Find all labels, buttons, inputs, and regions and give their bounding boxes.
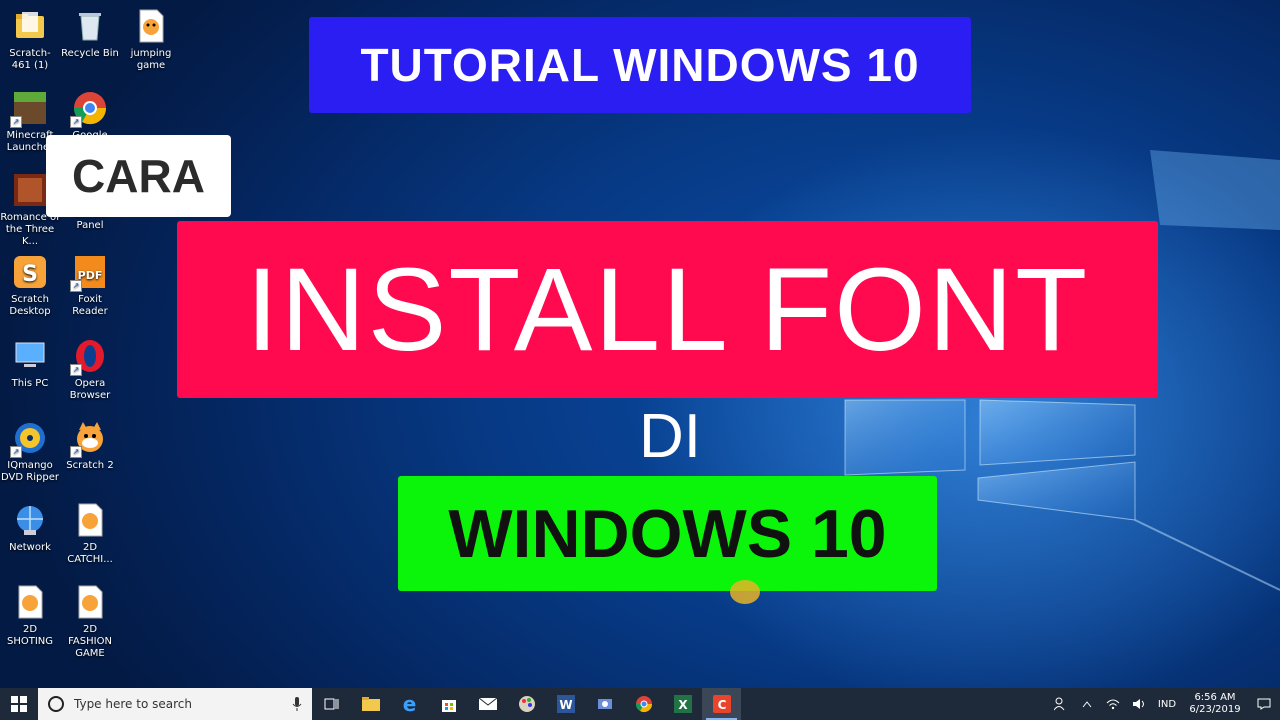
- scratch-file-icon: [133, 8, 169, 44]
- network-icon: [12, 502, 48, 538]
- task-view-icon[interactable]: [312, 688, 351, 720]
- camtasia-icon[interactable]: C: [702, 688, 741, 720]
- dvd-icon: ↗: [10, 420, 48, 458]
- main-title-banner: INSTALL FONT: [177, 221, 1158, 398]
- desktop-icon-label: Scratch Desktop: [9, 294, 51, 317]
- this-pc-icon: [12, 338, 48, 374]
- desktop-icon-foxit[interactable]: PDF ↗ Foxit Reader: [60, 254, 120, 318]
- desktop-icon-label: Scratch-461 (1): [9, 48, 51, 71]
- scratch-file-icon: [72, 502, 108, 538]
- desktop-icon-network[interactable]: Network: [0, 502, 60, 554]
- windows-banner: WINDOWS 10: [398, 476, 937, 591]
- foxit-icon: PDF ↗: [70, 254, 108, 292]
- desktop-icon-label: jumping game: [130, 48, 172, 71]
- clock-date: 6/23/2019: [1189, 704, 1241, 715]
- minecraft-icon: ↗: [10, 90, 48, 128]
- shortcut-arrow-icon: ↗: [70, 116, 82, 128]
- cara-text: CARA: [72, 150, 205, 202]
- cara-box: CARA: [46, 135, 231, 217]
- desktop-icon-recycle-bin[interactable]: Recycle Bin: [60, 8, 120, 60]
- desktop-icon-opera[interactable]: ↗ Opera Browser: [60, 338, 120, 402]
- wifi-icon[interactable]: [1100, 688, 1126, 720]
- svg-text:X: X: [678, 698, 688, 712]
- svg-text:W: W: [559, 698, 572, 712]
- tutorial-banner-text: TUTORIAL WINDOWS 10: [360, 39, 920, 91]
- desktop-icon-label: Opera Browser: [69, 378, 111, 401]
- shortcut-arrow-icon: ↗: [70, 280, 82, 292]
- paint-icon[interactable]: [507, 688, 546, 720]
- clock-time: 6:56 AM: [1194, 692, 1236, 703]
- desktop-icon-this-pc[interactable]: This PC: [0, 338, 60, 390]
- desktop-icon-2d-fashion[interactable]: 2D FASHION GAME: [60, 584, 120, 660]
- desktop-icon-label: IQmango DVD Ripper: [1, 460, 59, 483]
- cursor-highlight: [730, 580, 760, 604]
- desktop-icon-2d-shoting[interactable]: 2D SHOTING: [0, 584, 60, 648]
- edge-icon[interactable]: e: [390, 688, 429, 720]
- start-button[interactable]: [0, 688, 38, 720]
- excel-icon[interactable]: X: [663, 688, 702, 720]
- volume-icon[interactable]: [1126, 688, 1152, 720]
- notification-icon[interactable]: [1248, 688, 1280, 720]
- desktop-icon-label: Romance of the Three K...: [0, 212, 60, 247]
- scratch-file-icon: [12, 584, 48, 620]
- desktop-icon-label: 2D CATCHI...: [67, 542, 113, 565]
- scratch-cat-icon: ↗: [70, 420, 108, 458]
- desktop-icon-label: Network: [9, 542, 51, 553]
- windows-logo-icon: [11, 696, 27, 712]
- store-icon[interactable]: [429, 688, 468, 720]
- microphone-icon[interactable]: [292, 697, 302, 711]
- chrome-taskbar-icon[interactable]: [624, 688, 663, 720]
- taskbar: Type here to search e W X C IND 6:56 AM …: [0, 688, 1280, 720]
- recycle-bin-icon: [72, 8, 108, 44]
- desktop-icon-label: This PC: [11, 378, 49, 389]
- app-icon[interactable]: [585, 688, 624, 720]
- shortcut-arrow-icon: ↗: [10, 446, 22, 458]
- taskbar-clock[interactable]: 6:56 AM 6/23/2019: [1182, 692, 1248, 716]
- desktop-icon-scratch-2[interactable]: ↗ Scratch 2: [60, 420, 120, 472]
- cortana-icon: [48, 696, 64, 712]
- desktop-icon-label: Scratch 2: [66, 460, 114, 471]
- tutorial-banner: TUTORIAL WINDOWS 10: [309, 17, 971, 113]
- game-icon: [12, 172, 48, 208]
- desktop-icon-scratch-desktop[interactable]: S Scratch Desktop: [0, 254, 60, 318]
- desktop-icon-2d-catchi[interactable]: 2D CATCHI...: [60, 502, 120, 566]
- search-placeholder: Type here to search: [74, 697, 192, 711]
- desktop-icon-iqmango[interactable]: ↗ IQmango DVD Ripper: [0, 420, 60, 484]
- scratch-file-icon: [72, 584, 108, 620]
- taskbar-search-box[interactable]: Type here to search: [38, 688, 312, 720]
- shortcut-arrow-icon: ↗: [10, 116, 22, 128]
- opera-icon: ↗: [70, 338, 108, 376]
- desktop-icon-scratch-461[interactable]: Scratch-461 (1): [0, 8, 60, 72]
- chrome-icon: ↗: [70, 90, 108, 128]
- main-title-text: INSTALL FONT: [245, 243, 1090, 376]
- desktop-icons: Scratch-461 (1) Recycle Bin jumping game…: [0, 0, 171, 680]
- desktop-icon-label: Recycle Bin: [61, 48, 119, 59]
- shortcut-arrow-icon: ↗: [70, 446, 82, 458]
- folder-icon: [12, 8, 48, 44]
- language-indicator[interactable]: IND: [1152, 688, 1182, 720]
- svg-text:C: C: [717, 698, 726, 712]
- mail-icon[interactable]: [468, 688, 507, 720]
- scratch-desktop-icon: S: [12, 254, 48, 290]
- word-icon[interactable]: W: [546, 688, 585, 720]
- svg-text:S: S: [22, 262, 38, 287]
- di-text: DI: [639, 401, 701, 471]
- chevron-up-icon[interactable]: [1074, 688, 1100, 720]
- desktop-icon-label: Foxit Reader: [72, 294, 108, 317]
- desktop-icon-label: 2D FASHION GAME: [68, 624, 112, 659]
- desktop-icon-jumping-game[interactable]: jumping game: [121, 8, 181, 72]
- windows-banner-text: WINDOWS 10: [448, 495, 887, 572]
- system-tray: IND 6:56 AM 6/23/2019: [1048, 688, 1280, 720]
- desktop-icon-label: 2D SHOTING: [6, 624, 54, 647]
- shortcut-arrow-icon: ↗: [70, 364, 82, 376]
- people-icon[interactable]: [1048, 688, 1074, 720]
- file-explorer-icon[interactable]: [351, 688, 390, 720]
